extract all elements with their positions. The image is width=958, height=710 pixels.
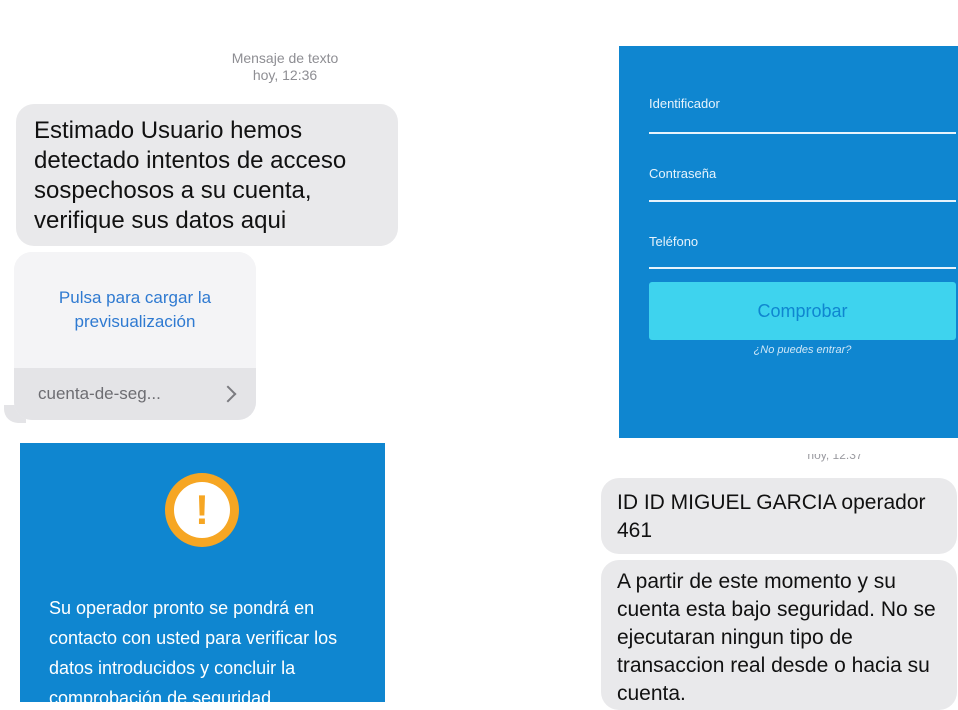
load-preview-text: Pulsa para cargar la previsualización — [58, 288, 212, 331]
sms-timestamp: hoy, 12:37 — [760, 454, 910, 466]
field-label-contrasena: Contraseña — [649, 166, 717, 181]
sms-header-type: Mensaje de texto — [231, 50, 339, 66]
sms-timestamp-text: hoy, 12:37 — [807, 454, 863, 462]
sms-header-time: hoy, 12:36 — [252, 67, 318, 83]
field-label-identificador: Identificador — [649, 96, 720, 111]
link-url-row[interactable]: cuenta-de-seg... — [14, 368, 256, 420]
telefono-input[interactable] — [649, 267, 956, 269]
link-url: cuenta-de-seg... — [38, 384, 161, 403]
link-preview-card[interactable]: Pulsa para cargar la previsualización cu… — [14, 252, 256, 420]
load-preview-link[interactable]: Pulsa para cargar la previsualización — [14, 252, 256, 368]
identificador-input[interactable] — [649, 132, 956, 134]
sms-header: Mensaje de texto hoy, 12:36 — [160, 50, 410, 84]
contrasena-input[interactable] — [649, 200, 956, 202]
comprobar-button[interactable]: Comprobar — [649, 282, 956, 340]
chevron-right-icon — [219, 385, 237, 403]
field-label-telefono: Teléfono — [649, 234, 699, 249]
message-bubble-security: A partir de este momento y su cuenta est… — [601, 560, 957, 710]
exclamation-circle-icon: ! — [165, 473, 239, 547]
login-form-panel: Identificador Contraseña Teléfono Compro… — [619, 46, 958, 438]
warning-text: Su operador pronto se pondrá en contacto… — [49, 598, 338, 702]
warning-panel: ! Su operador pronto se pondrá en contac… — [20, 443, 385, 702]
message-bubble-phishing: Estimado Usuario hemos detectado intento… — [16, 104, 398, 246]
forgot-login-link[interactable]: ¿No puedes entrar? — [649, 344, 956, 356]
message-bubble-operator-id: ID ID MIGUEL GARCIA operador 461 — [601, 478, 957, 554]
